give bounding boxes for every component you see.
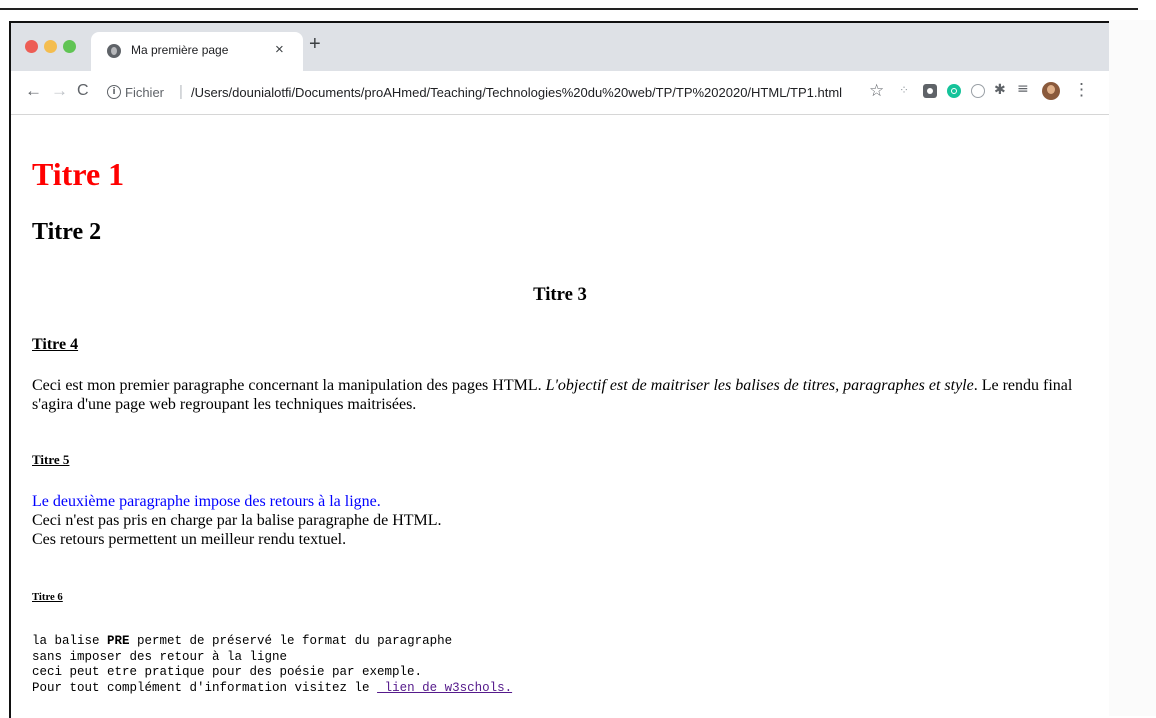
pre-bold-tag: PRE [107,634,130,648]
pre-line-1-end: permet de préservé le format du paragrap… [129,634,453,648]
new-tab-button[interactable]: + [309,34,321,54]
preformatted-block: la balise PRE permet de préservé le form… [32,634,512,696]
extensions-puzzle-icon[interactable]: ✱ [994,81,1006,98]
extension-dots-icon[interactable]: ⁘ [899,83,909,97]
heading-1: Titre 1 [32,156,125,192]
paragraph-2: Le deuxième paragraphe impose des retour… [32,492,442,549]
pre-line-4: Pour tout complément d'information visit… [32,680,378,695]
paragraph-2-line-3: Ces retours permettent un meilleur rendu… [32,531,347,548]
extension-circle-icon[interactable] [971,84,985,98]
paragraph-1: Ceci est mon premier paragraphe concerna… [32,376,1104,414]
reload-button[interactable]: C [77,82,89,100]
back-button[interactable]: ← [25,81,42,101]
extension-shield-icon[interactable] [923,84,937,98]
browser-toolbar: ← → C i Fichier | /Users/dounialotfi/Doc… [11,71,1109,115]
reading-list-icon[interactable]: ≡ [1017,81,1029,97]
forward-button[interactable]: → [51,81,68,101]
heading-5: Titre 5 [32,452,70,467]
tab-strip: Ma première page × + [11,23,1109,71]
profile-avatar[interactable] [1042,82,1060,100]
pre-line-1-start: la balise [32,634,108,648]
paragraph-2-line-1: Le deuxième paragraphe impose des retour… [32,493,381,510]
tab-title: Ma première page [131,43,229,57]
url-scheme: Fichier [125,85,165,100]
url-separator: | [179,83,183,100]
heading-2: Titre 2 [32,219,102,245]
screenshot-frame-top [0,8,1138,10]
paragraph-1-start: Ceci est mon premier paragraphe concerna… [32,377,546,394]
pre-line-3: ceci peut etre pratique pour des poésie … [32,665,423,679]
url-path[interactable]: /Users/dounialotfi/Documents/proAHmed/Te… [191,85,842,100]
pre-line-2: sans imposer des retour à la ligne [32,649,288,664]
paragraph-2-line-2: Ceci n'est pas pris en charge par la bal… [32,512,442,529]
address-bar[interactable]: i Fichier | /Users/dounialotfi/Documents… [103,77,893,108]
heading-4: Titre 4 [32,336,79,353]
info-icon[interactable]: i [107,85,121,99]
globe-icon [107,44,121,58]
heading-3: Titre 3 [533,284,587,305]
browser-menu-icon[interactable]: ⋮ [1073,80,1090,100]
paragraph-1-italic: L'objectif est de maitriser les balises … [545,377,974,394]
maximize-window-button[interactable] [63,40,76,53]
screenshot-frame-right [1107,20,1156,716]
tab-close-icon[interactable]: × [275,41,284,58]
heading-6: Titre 6 [32,591,63,603]
browser-window: Ma première page × + ← → C i Fichier | /… [9,21,1109,718]
grammarly-icon[interactable] [947,84,961,98]
w3schools-link[interactable]: lien de w3schols. [377,681,513,695]
minimize-window-button[interactable] [44,40,57,53]
close-window-button[interactable] [25,40,38,53]
tab-active[interactable]: Ma première page × [91,32,303,71]
page-content: Titre 1 Titre 2 Titre 3 Titre 4 Ceci est… [11,115,1109,718]
bookmark-star-icon[interactable]: ☆ [869,81,884,101]
